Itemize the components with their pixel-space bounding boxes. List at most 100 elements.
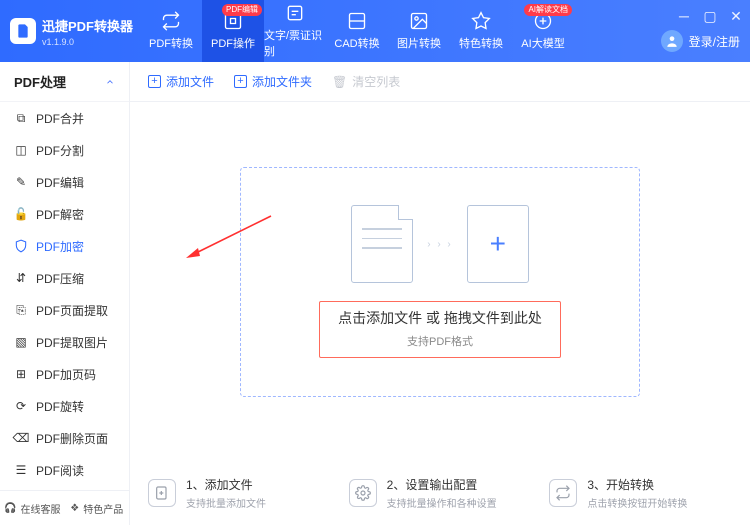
auth-area[interactable]: 登录/注册 [661, 30, 740, 52]
tab-pdf-operate[interactable]: PDF编辑 PDF操作 [202, 0, 264, 62]
app-name: 迅捷PDF转换器 [42, 19, 133, 34]
clear-list-button[interactable]: 🗑 清空列表 [332, 73, 400, 90]
support-button[interactable]: 🎧 在线客服 [0, 491, 65, 525]
sidebar-item-decrypt[interactable]: 🔓 PDF解密 [0, 198, 129, 230]
step-title: 2、设置输出配置 [387, 476, 497, 493]
sidebar-item-label: PDF加密 [36, 238, 84, 255]
auth-label: 登录/注册 [689, 33, 740, 50]
gear-icon [349, 479, 377, 507]
compress-icon: ⇵ [14, 271, 28, 285]
sidebar-item-label: PDF旋转 [36, 398, 84, 415]
logo-icon [10, 18, 36, 44]
sidebar-item-extract-image[interactable]: ▧ PDF提取图片 [0, 326, 129, 358]
add-folder-button[interactable]: + 添加文件夹 [234, 73, 312, 90]
sidebar-item-extract-page[interactable]: ⎘ PDF页面提取 [0, 294, 129, 326]
tab-label: CAD转换 [334, 35, 379, 51]
step-sub: 点击转换按钮开始转换 [587, 495, 687, 510]
featured-icon: ❖ [70, 503, 79, 514]
merge-icon: ⧉ [14, 111, 28, 125]
sidebar-item-label: PDF页面提取 [36, 302, 108, 319]
sidebar-item-label: PDF合并 [36, 110, 84, 127]
tab-cad[interactable]: CAD转换 [326, 0, 388, 62]
document-icon [351, 205, 413, 283]
unlock-icon: 🔓 [14, 207, 28, 221]
close-button[interactable]: ✕ [730, 10, 742, 22]
sidebar-item-read[interactable]: ☰ PDF阅读 [0, 454, 129, 486]
sidebar-header[interactable]: PDF处理 [0, 62, 129, 102]
tab-label: AI大模型 [521, 35, 564, 51]
sidebar-item-split[interactable]: ◫ PDF分割 [0, 134, 129, 166]
sidebar-list: ⧉ PDF合并 ◫ PDF分割 ✎ PDF编辑 🔓 PDF解密 PDF加密 ⇵ PDF压缩… [0, 102, 129, 490]
drop-area-wrapper: › › › + 点击添加文件 或 拖拽文件到此处 支持PDF格式 [130, 102, 750, 461]
pagenum-icon: ⊞ [14, 367, 28, 381]
clear-list-label: 清空列表 [352, 73, 400, 90]
step-add-file: 1、添加文件支持批量添加文件 [148, 476, 331, 510]
edit-icon: ✎ [14, 175, 28, 189]
folder-plus-icon: + [234, 75, 247, 88]
step-sub: 支持批量添加文件 [186, 495, 266, 510]
titlebar: 迅捷PDF转换器 v1.1.9.0 PDF转换 PDF编辑 PDF操作 文字/票… [0, 0, 750, 62]
body: PDF处理 ⧉ PDF合并 ◫ PDF分割 ✎ PDF编辑 🔓 PDF解密 PDF加密 … [0, 62, 750, 525]
top-tabs: PDF转换 PDF编辑 PDF操作 文字/票证识别 CAD转换 图片转换 特色转… [140, 0, 574, 62]
tab-label: PDF操作 [211, 35, 255, 51]
plus-icon: + [490, 228, 506, 260]
tab-image[interactable]: 图片转换 [388, 0, 450, 62]
tab-label: 特色转换 [459, 35, 503, 51]
sidebar: PDF处理 ⧉ PDF合并 ◫ PDF分割 ✎ PDF编辑 🔓 PDF解密 PDF加密 … [0, 62, 130, 525]
sidebar-item-edit[interactable]: ✎ PDF编辑 [0, 166, 129, 198]
step-sub: 支持批量操作和各种设置 [387, 495, 497, 510]
step-convert: 3、开始转换点击转换按钮开始转换 [549, 476, 732, 510]
add-folder-label: 添加文件夹 [252, 73, 312, 90]
drop-text-main: 点击添加文件 或 拖拽文件到此处 [338, 308, 542, 328]
tab-ai[interactable]: AI解读文档 AI大模型 [512, 0, 574, 62]
step-title: 1、添加文件 [186, 476, 266, 493]
support-icon: 🎧 [4, 503, 16, 514]
app-version: v1.1.9.0 [42, 37, 133, 47]
tab-pdf-convert[interactable]: PDF转换 [140, 0, 202, 62]
badge-pdf-edit: PDF编辑 [222, 4, 262, 16]
plus-icon: + [148, 75, 161, 88]
tab-ocr[interactable]: 文字/票证识别 [264, 0, 326, 62]
extract-page-icon: ⎘ [14, 303, 28, 317]
sidebar-item-label: PDF提取图片 [36, 334, 108, 351]
sidebar-item-compress[interactable]: ⇵ PDF压缩 [0, 262, 129, 294]
add-document-icon: + [467, 205, 529, 283]
convert-icon [549, 479, 577, 507]
sidebar-item-delete-page[interactable]: ⌫PDF删除页面 [0, 422, 129, 454]
steps: 1、添加文件支持批量添加文件 2、设置输出配置支持批量操作和各种设置 3、开始转… [130, 461, 750, 525]
image-icon: ▧ [14, 335, 28, 349]
sidebar-item-label: PDF压缩 [36, 270, 84, 287]
window-controls: ─ ▢ ✕ [678, 10, 742, 22]
sidebar-item-pagenum[interactable]: ⊞ PDF加页码 [0, 358, 129, 390]
minimize-button[interactable]: ─ [678, 10, 690, 22]
logo-area: 迅捷PDF转换器 v1.1.9.0 [10, 16, 140, 47]
sidebar-item-encrypt[interactable]: PDF加密 [0, 230, 129, 262]
read-icon: ☰ [14, 463, 28, 477]
featured-button[interactable]: ❖特色产品 [65, 491, 130, 525]
badge-ai: AI解读文档 [524, 4, 572, 16]
toolbar: +添加文件 + 添加文件夹 🗑 清空列表 [130, 62, 750, 102]
sidebar-item-label: PDF解密 [36, 206, 84, 223]
sidebar-item-rotate[interactable]: ⟳PDF旋转 [0, 390, 129, 422]
add-file-button[interactable]: +添加文件 [148, 73, 214, 90]
maximize-button[interactable]: ▢ [704, 10, 716, 22]
sidebar-item-merge[interactable]: ⧉ PDF合并 [0, 102, 129, 134]
step-add-icon [148, 479, 176, 507]
drop-zone[interactable]: › › › + 点击添加文件 或 拖拽文件到此处 支持PDF格式 [240, 167, 640, 397]
drop-text-sub: 支持PDF格式 [338, 333, 542, 349]
sidebar-item-label: PDF分割 [36, 142, 84, 159]
support-label: 在线客服 [20, 501, 60, 516]
drop-text-box: 点击添加文件 或 拖拽文件到此处 支持PDF格式 [319, 301, 561, 358]
sidebar-item-label: PDF阅读 [36, 462, 84, 479]
sidebar-item-label: PDF编辑 [36, 174, 84, 191]
drop-illustration: › › › + [351, 205, 529, 283]
tab-label: 图片转换 [397, 35, 441, 51]
sidebar-item-label: PDF加页码 [36, 366, 96, 383]
trash-icon: 🗑 [332, 75, 347, 89]
tab-special[interactable]: 特色转换 [450, 0, 512, 62]
delete-page-icon: ⌫ [14, 431, 28, 445]
shield-icon [14, 239, 28, 253]
step-configure: 2、设置输出配置支持批量操作和各种设置 [349, 476, 532, 510]
dots-icon: › › › [427, 239, 453, 250]
split-icon: ◫ [14, 143, 28, 157]
